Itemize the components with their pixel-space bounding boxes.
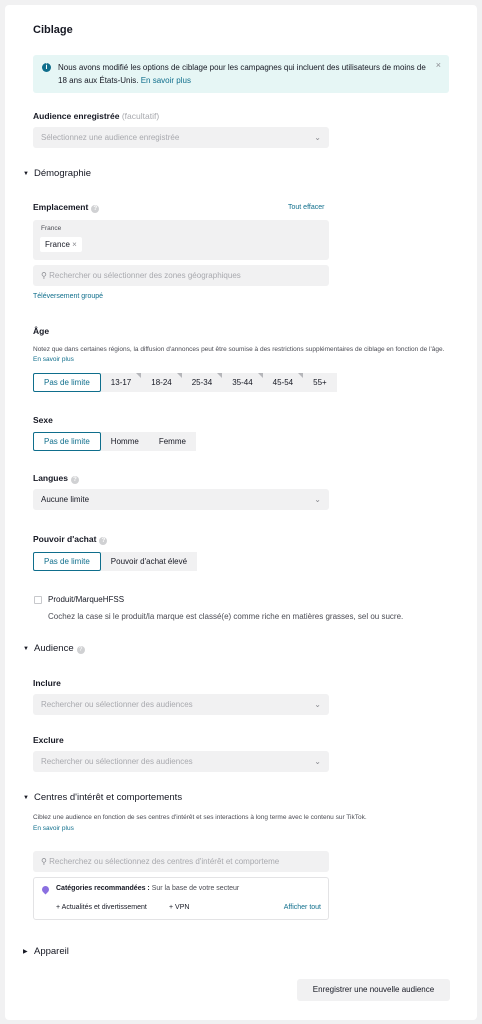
gender-option-female[interactable]: Femme	[148, 432, 196, 451]
location-label: Emplacement?	[33, 202, 100, 213]
saved-audience-label-text: Audience enregistrée	[33, 111, 120, 121]
interests-search-input[interactable]: ⚲ Recherchez ou sélectionnez des centres…	[33, 851, 329, 872]
purchasing-option-high[interactable]: Pouvoir d'achat élevé	[100, 552, 198, 571]
caret-right-icon: ▶	[23, 949, 28, 955]
help-icon[interactable]: ?	[91, 205, 100, 213]
interests-learn-more-link[interactable]: En savoir plus	[33, 825, 74, 832]
age-option-label: 18-24	[151, 378, 172, 387]
recommended-categories-box: Catégories recommandées : Sur la base de…	[33, 877, 329, 920]
demography-section-header[interactable]: ▼ Démographie	[23, 168, 91, 179]
optional-hint: (facultatif)	[121, 111, 160, 121]
caret-down-icon: ▼	[23, 646, 29, 652]
purchasing-power-label-text: Pouvoir d'achat	[33, 534, 97, 544]
recommended-hint: Sur la base de votre secteur	[151, 885, 240, 892]
help-icon[interactable]: ?	[99, 537, 108, 545]
saved-audience-select[interactable]: Sélectionnez une audience enregistrée ⌄	[33, 127, 329, 148]
chevron-down-icon: ⌄	[314, 700, 321, 709]
help-icon[interactable]: ?	[76, 646, 85, 654]
gender-segmented-control: Pas de limite Homme Femme	[33, 432, 196, 451]
exclude-label: Exclure	[33, 735, 64, 745]
audience-header-text: Audience	[34, 643, 74, 654]
age-option-25-34[interactable]: 25-34	[181, 373, 223, 392]
age-option-label: 25-34	[191, 378, 213, 387]
hfss-label: Produit/MarqueHFSS	[48, 595, 125, 604]
chevron-down-icon: ⌄	[314, 757, 321, 766]
age-option-label: 35-44	[232, 378, 253, 387]
location-search-input[interactable]: ⚲ Rechercher ou sélectionner des zones g…	[33, 265, 329, 286]
clear-all-link[interactable]: Tout effacer	[288, 204, 324, 211]
recommended-chip[interactable]: + VPN	[169, 904, 189, 911]
location-selection-box: France France ×	[33, 220, 329, 260]
search-icon: ⚲	[41, 271, 47, 280]
age-option-55-plus[interactable]: 55+	[303, 373, 337, 392]
interests-section-header[interactable]: ▼ Centres d'intérêt et comportements	[23, 792, 182, 803]
demography-header-text: Démographie	[34, 168, 92, 179]
age-option-no-limit[interactable]: Pas de limite	[33, 373, 101, 392]
close-icon[interactable]: ×	[436, 60, 441, 70]
purchasing-option-no-limit[interactable]: Pas de limite	[33, 552, 101, 571]
age-option-18-24[interactable]: 18-24	[141, 373, 182, 392]
purchasing-power-segmented-control: Pas de limite Pouvoir d'achat élevé	[33, 552, 198, 571]
location-tag-label: France	[45, 240, 70, 249]
chevron-down-icon: ⌄	[314, 133, 321, 142]
location-label-text: Emplacement	[33, 202, 89, 212]
recommended-label: Catégories recommandées : Sur la base de…	[56, 885, 239, 892]
show-all-link[interactable]: Afficher tout	[284, 904, 321, 911]
age-segmented-control: Pas de limite 13-17 18-24 25-34 35-44 45…	[33, 373, 337, 392]
save-new-audience-button[interactable]: Enregistrer une nouvelle audience	[297, 979, 450, 1001]
age-option-label: 13-17	[110, 378, 132, 387]
saved-audience-placeholder: Sélectionnez une audience enregistrée	[41, 133, 180, 142]
search-icon: ⚲	[41, 857, 47, 866]
gender-label: Sexe	[33, 415, 53, 425]
gender-option-no-limit[interactable]: Pas de limite	[33, 432, 101, 451]
age-option-35-44[interactable]: 35-44	[222, 373, 263, 392]
interests-header-text: Centres d'intérêt et comportements	[34, 792, 183, 803]
languages-select[interactable]: Aucune limite ⌄	[33, 489, 329, 510]
gender-option-male[interactable]: Homme	[100, 432, 149, 451]
age-note: Notez que dans certaines régions, la dif…	[33, 345, 453, 365]
purchasing-power-label: Pouvoir d'achat?	[33, 534, 108, 545]
device-header-text: Appareil	[34, 946, 69, 957]
age-option-label: 45-54	[272, 378, 294, 387]
languages-value: Aucune limite	[41, 495, 90, 504]
audience-section-header[interactable]: ▼ Audience?	[23, 643, 85, 654]
interests-search-placeholder: Recherchez ou sélectionnez des centres d…	[49, 857, 280, 866]
caret-down-icon: ▼	[23, 795, 29, 801]
page-title: Ciblage	[33, 24, 73, 36]
age-option-45-54[interactable]: 45-54	[262, 373, 304, 392]
exclude-placeholder: Rechercher ou sélectionner des audiences	[41, 757, 193, 766]
caret-down-icon: ▼	[23, 171, 29, 177]
location-pin-icon	[40, 884, 51, 895]
languages-label-text: Langues	[33, 473, 68, 483]
age-option-13-17[interactable]: 13-17	[100, 373, 142, 392]
bulk-upload-link[interactable]: Téléversement groupé	[33, 293, 103, 300]
targeting-card: Ciblage i Nous avons modifié les options…	[5, 5, 477, 1020]
location-group-title: France	[41, 225, 62, 232]
saved-audience-label: Audience enregistrée (facultatif)	[33, 111, 159, 121]
notice-banner: i Nous avons modifié les options de cibl…	[33, 55, 449, 93]
notice-learn-more-link[interactable]: En savoir plus	[141, 76, 191, 85]
notice-message: Nous avons modifié les options de ciblag…	[58, 63, 426, 85]
device-section-header[interactable]: ▶ Appareil	[23, 946, 69, 957]
exclude-audience-select[interactable]: Rechercher ou sélectionner des audiences…	[33, 751, 329, 772]
remove-tag-icon[interactable]: ×	[72, 240, 77, 249]
hfss-checkbox[interactable]	[34, 596, 42, 604]
help-icon[interactable]: ?	[70, 476, 79, 484]
languages-label: Langues?	[33, 473, 79, 484]
recommended-chip[interactable]: + Actualités et divertissement	[56, 904, 147, 911]
notice-text: Nous avons modifié les options de ciblag…	[58, 61, 428, 87]
info-icon: i	[42, 63, 51, 72]
include-label: Inclure	[33, 678, 61, 688]
age-label: Âge	[33, 326, 50, 336]
recommended-title: Catégories recommandées :	[56, 885, 150, 892]
hfss-description: Cochez la case si le produit/la marque e…	[48, 612, 404, 621]
chevron-down-icon: ⌄	[314, 495, 321, 504]
include-placeholder: Rechercher ou sélectionner des audiences	[41, 700, 193, 709]
include-audience-select[interactable]: Rechercher ou sélectionner des audiences…	[33, 694, 329, 715]
age-note-text: Notez que dans certaines régions, la dif…	[33, 346, 445, 353]
location-tag: France ×	[40, 237, 82, 252]
location-search-placeholder: Rechercher ou sélectionner des zones géo…	[49, 271, 241, 280]
age-learn-more-link[interactable]: En savoir plus	[33, 356, 74, 363]
interests-description: Ciblez une audience en fonction de ses c…	[33, 814, 367, 821]
